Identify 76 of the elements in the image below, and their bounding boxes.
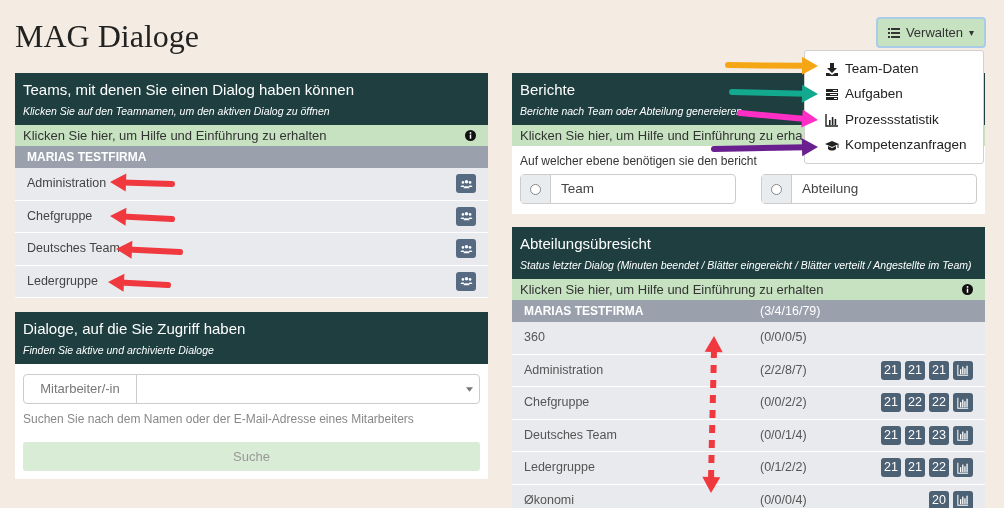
- card-subtitle: Berichte nach Team oder Abteilung genereieren: [520, 104, 743, 118]
- help-bar[interactable]: Klicken Sie hier, um Hilfe und Einführung zu erhalten: [15, 125, 488, 146]
- bar-chart-icon: [957, 461, 969, 474]
- department-row[interactable]: Ledergruppe (0/1/2/2) 21 21 22: [512, 452, 985, 485]
- chart-button[interactable]: [953, 490, 973, 508]
- list-icon: [825, 87, 839, 102]
- users-icon: [459, 211, 473, 222]
- radio-button[interactable]: [771, 183, 782, 195]
- caret-icon: [466, 386, 473, 392]
- count-badge[interactable]: 20: [929, 490, 949, 508]
- card-subtitle: Klicken Sie auf den Teamnamen, um den aktiven Dialog zu öffnen: [23, 104, 330, 118]
- card-title: Abteilungsübresicht: [520, 234, 651, 254]
- count-badge[interactable]: 21: [905, 458, 925, 478]
- team-row[interactable]: Administration: [15, 168, 488, 201]
- company-row: MARIAS TESTFIRMA (3/4/16/79): [512, 300, 985, 322]
- users-icon: [459, 276, 473, 287]
- count-badge[interactable]: 21: [881, 393, 901, 413]
- info-icon: [962, 284, 973, 295]
- count-badge[interactable]: 22: [929, 393, 949, 413]
- bar-chart-icon: [957, 429, 969, 442]
- count-badge[interactable]: 21: [905, 425, 925, 445]
- menu-item[interactable]: Aufgaben: [805, 81, 983, 107]
- bar-chart-icon: [825, 112, 839, 127]
- card-title: Dialoge, auf die Sie Zugriff haben: [23, 319, 246, 339]
- chart-button[interactable]: [953, 393, 973, 413]
- department-row[interactable]: Deutsches Team (0/0/1/4) 21 21 23: [512, 419, 985, 452]
- manage-button[interactable]: Verwalten ▾: [875, 17, 986, 48]
- radio-option[interactable]: Team: [520, 174, 736, 204]
- info-icon: [465, 130, 476, 141]
- list-icon: [887, 26, 900, 39]
- annotation-arrow: [110, 173, 175, 192]
- count-badge[interactable]: 23: [929, 425, 949, 445]
- graduation-cap-icon: [825, 138, 839, 153]
- download-icon: [825, 61, 839, 76]
- page-title: MAG Dialoge: [15, 17, 199, 56]
- caret-icon: ▾: [969, 25, 974, 40]
- department-row[interactable]: 360 (0/0/0/5): [512, 322, 985, 355]
- card-subtitle: Finden Sie aktive und archivierte Dialoge: [23, 343, 214, 357]
- count-badge[interactable]: 21: [881, 425, 901, 445]
- hint-text: Suchen Sie nach dem Namen oder der E-Mail-Adresse eines Mitarbeiters: [23, 411, 415, 428]
- bar-chart-icon: [957, 396, 969, 409]
- count-badge[interactable]: 21: [929, 360, 949, 380]
- count-badge[interactable]: 21: [881, 458, 901, 478]
- team-row[interactable]: Chefgruppe: [15, 200, 488, 233]
- team-button[interactable]: [456, 271, 476, 291]
- chart-button[interactable]: [953, 360, 973, 380]
- users-icon: [459, 243, 473, 254]
- chart-button[interactable]: [953, 425, 973, 445]
- department-row[interactable]: Chefgruppe (0/0/2/2) 21 22 22: [512, 387, 985, 420]
- department-row[interactable]: Økonomi (0/0/0/4) 20: [512, 484, 985, 508]
- team-row[interactable]: Deutsches Team: [15, 233, 488, 266]
- count-badge[interactable]: 21: [905, 360, 925, 380]
- radio-button[interactable]: [530, 183, 541, 195]
- count-badge[interactable]: 22: [929, 458, 949, 478]
- chart-button[interactable]: [953, 458, 973, 478]
- bar-chart-icon: [957, 364, 969, 377]
- annotation-arrow: [108, 273, 171, 292]
- radio-option[interactable]: Abteilung: [761, 174, 977, 204]
- team-button[interactable]: [456, 206, 476, 226]
- annotation-arrow: [110, 207, 175, 226]
- card-title: Berichte: [520, 80, 576, 100]
- bar-chart-icon: [957, 494, 969, 507]
- employee-select-field[interactable]: Mitarbeiter/-in: [23, 374, 480, 404]
- team-row[interactable]: Ledergruppe: [15, 265, 488, 298]
- company-row: MARIAS TESTFIRMA: [15, 146, 488, 168]
- count-badge[interactable]: 21: [881, 360, 901, 380]
- team-button[interactable]: [456, 239, 476, 259]
- card-title: Teams, mit denen Sie einen Dialog haben können: [23, 80, 355, 100]
- team-button[interactable]: [456, 174, 476, 194]
- help-bar[interactable]: Klicken Sie hier, um Hilfe und Einführung zu erhalten: [512, 279, 985, 300]
- users-icon: [459, 178, 473, 189]
- card-subtitle: Status letzter Dialog (Minuten beendet / Blätter eingereicht / Blätter verteilt / Angestellte im Team): [520, 258, 972, 272]
- question-text: Auf welcher ebene benötigen sie den bericht: [520, 153, 758, 170]
- count-badge[interactable]: 22: [905, 393, 925, 413]
- menu-item[interactable]: Team-Daten: [805, 56, 983, 82]
- department-row[interactable]: Administration (2/2/8/7) 21 21 21: [512, 354, 985, 387]
